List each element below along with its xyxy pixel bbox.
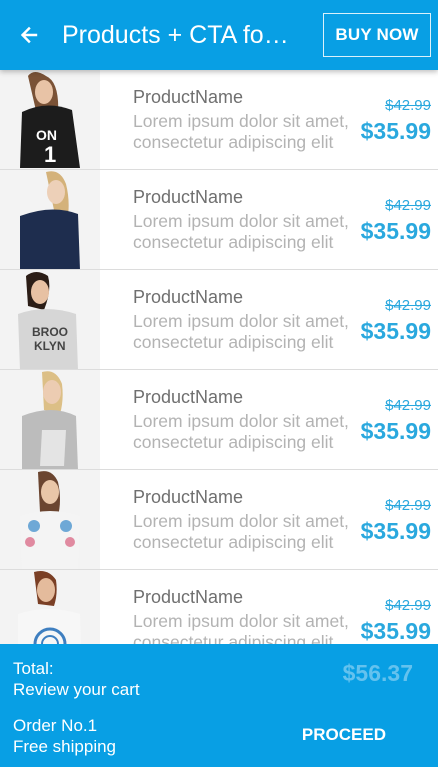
shipping-info: Free shipping [13, 737, 117, 756]
product-description: Lorem ipsum dolor sit amet, consectetur … [133, 211, 358, 253]
product-description-line: Lorem ipsum dolor sit amet, [133, 211, 349, 231]
total-label: Total: [13, 659, 54, 678]
product-image: BROO KLYN [0, 270, 100, 369]
svg-text:1: 1 [44, 142, 56, 167]
product-description-line: Lorem ipsum dolor sit amet, [133, 611, 349, 631]
product-image: ON 1 [0, 70, 100, 169]
product-info: ProductName Lorem ipsum dolor sit amet, … [133, 386, 358, 453]
product-row[interactable]: ProductName Lorem ipsum dolor sit amet, … [0, 170, 438, 270]
original-price: $42.99 [385, 297, 431, 314]
product-name: ProductName [133, 287, 244, 307]
product-name: ProductName [133, 487, 244, 507]
product-row[interactable]: ProductName Lorem ipsum dolor sit amet, … [0, 370, 438, 470]
product-description-line: Lorem ipsum dolor sit amet, [133, 111, 349, 131]
product-image [0, 370, 100, 469]
original-price: $42.99 [385, 597, 431, 614]
product-description: Lorem ipsum dolor sit amet, consectetur … [133, 111, 358, 153]
product-row[interactable]: BROO KLYN ProductName Lorem ipsum dolor … [0, 270, 438, 370]
sale-price: $35.99 [360, 318, 431, 344]
app-bar: Products + CTA foo… BUY NOW [0, 0, 438, 70]
product-description: Lorem ipsum dolor sit amet, consectetur … [133, 511, 358, 553]
product-row[interactable]: ProductName Lorem ipsum dolor sit amet, … [0, 470, 438, 570]
product-description-line: consectetur adipiscing elit [133, 332, 334, 352]
product-description-line: Lorem ipsum dolor sit amet, [133, 411, 349, 431]
product-description: Lorem ipsum dolor sit amet, consectetur … [133, 311, 358, 353]
original-price: $42.99 [385, 497, 431, 514]
review-cart-link[interactable]: Review your cart [13, 679, 140, 700]
cart-summary[interactable]: Total: Review your cart [13, 658, 140, 700]
original-price: $42.99 [385, 197, 431, 214]
product-list: ON 1 ProductName Lorem ipsum dolor sit a… [0, 70, 438, 644]
svg-text:BROO: BROO [32, 325, 68, 339]
sale-price: $35.99 [360, 618, 431, 644]
product-info: ProductName Lorem ipsum dolor sit amet, … [133, 486, 358, 553]
product-name: ProductName [133, 387, 244, 407]
svg-text:KLYN: KLYN [34, 339, 66, 353]
product-info: ProductName Lorem ipsum dolor sit amet, … [133, 86, 358, 153]
product-description: Lorem ipsum dolor sit amet, consectetur … [133, 611, 358, 644]
sale-price: $35.99 [360, 118, 431, 144]
product-info: ProductName Lorem ipsum dolor sit amet, … [133, 586, 358, 644]
product-image [0, 170, 100, 269]
product-description-line: Lorem ipsum dolor sit amet, [133, 511, 349, 531]
original-price: $42.99 [385, 97, 431, 114]
arrow-left-icon [20, 26, 38, 44]
proceed-button[interactable]: PROCEED [302, 725, 386, 745]
product-info: ProductName Lorem ipsum dolor sit amet, … [133, 186, 358, 253]
product-name: ProductName [133, 187, 244, 207]
product-description-line: Lorem ipsum dolor sit amet, [133, 311, 349, 331]
product-description-line: consectetur adipiscing elit [133, 632, 334, 644]
product-image [0, 570, 100, 644]
cart-footer: Total: Review your cart Order No.1 Free … [0, 644, 438, 767]
product-name: ProductName [133, 587, 244, 607]
back-button[interactable] [0, 0, 58, 70]
product-description-line: consectetur adipiscing elit [133, 132, 334, 152]
original-price: $42.99 [385, 397, 431, 414]
sale-price: $35.99 [360, 418, 431, 444]
product-description: Lorem ipsum dolor sit amet, consectetur … [133, 411, 358, 453]
product-description-line: consectetur adipiscing elit [133, 532, 334, 552]
order-info: Order No.1 Free shipping [13, 715, 116, 757]
svg-text:ON: ON [36, 127, 57, 143]
product-info: ProductName Lorem ipsum dolor sit amet, … [133, 286, 358, 353]
sale-price: $35.99 [360, 518, 431, 544]
product-description-line: consectetur adipiscing elit [133, 432, 334, 452]
sale-price: $35.99 [360, 218, 431, 244]
order-number: Order No.1 [13, 716, 98, 735]
buy-now-button[interactable]: BUY NOW [323, 13, 431, 57]
page-title: Products + CTA foo… [62, 20, 302, 49]
product-description-line: consectetur adipiscing elit [133, 232, 334, 252]
total-amount: $56.37 [342, 660, 413, 686]
product-row[interactable]: ON 1 ProductName Lorem ipsum dolor sit a… [0, 70, 438, 170]
product-row[interactable]: ProductName Lorem ipsum dolor sit amet, … [0, 570, 438, 644]
product-name: ProductName [133, 87, 244, 107]
product-image [0, 470, 100, 569]
